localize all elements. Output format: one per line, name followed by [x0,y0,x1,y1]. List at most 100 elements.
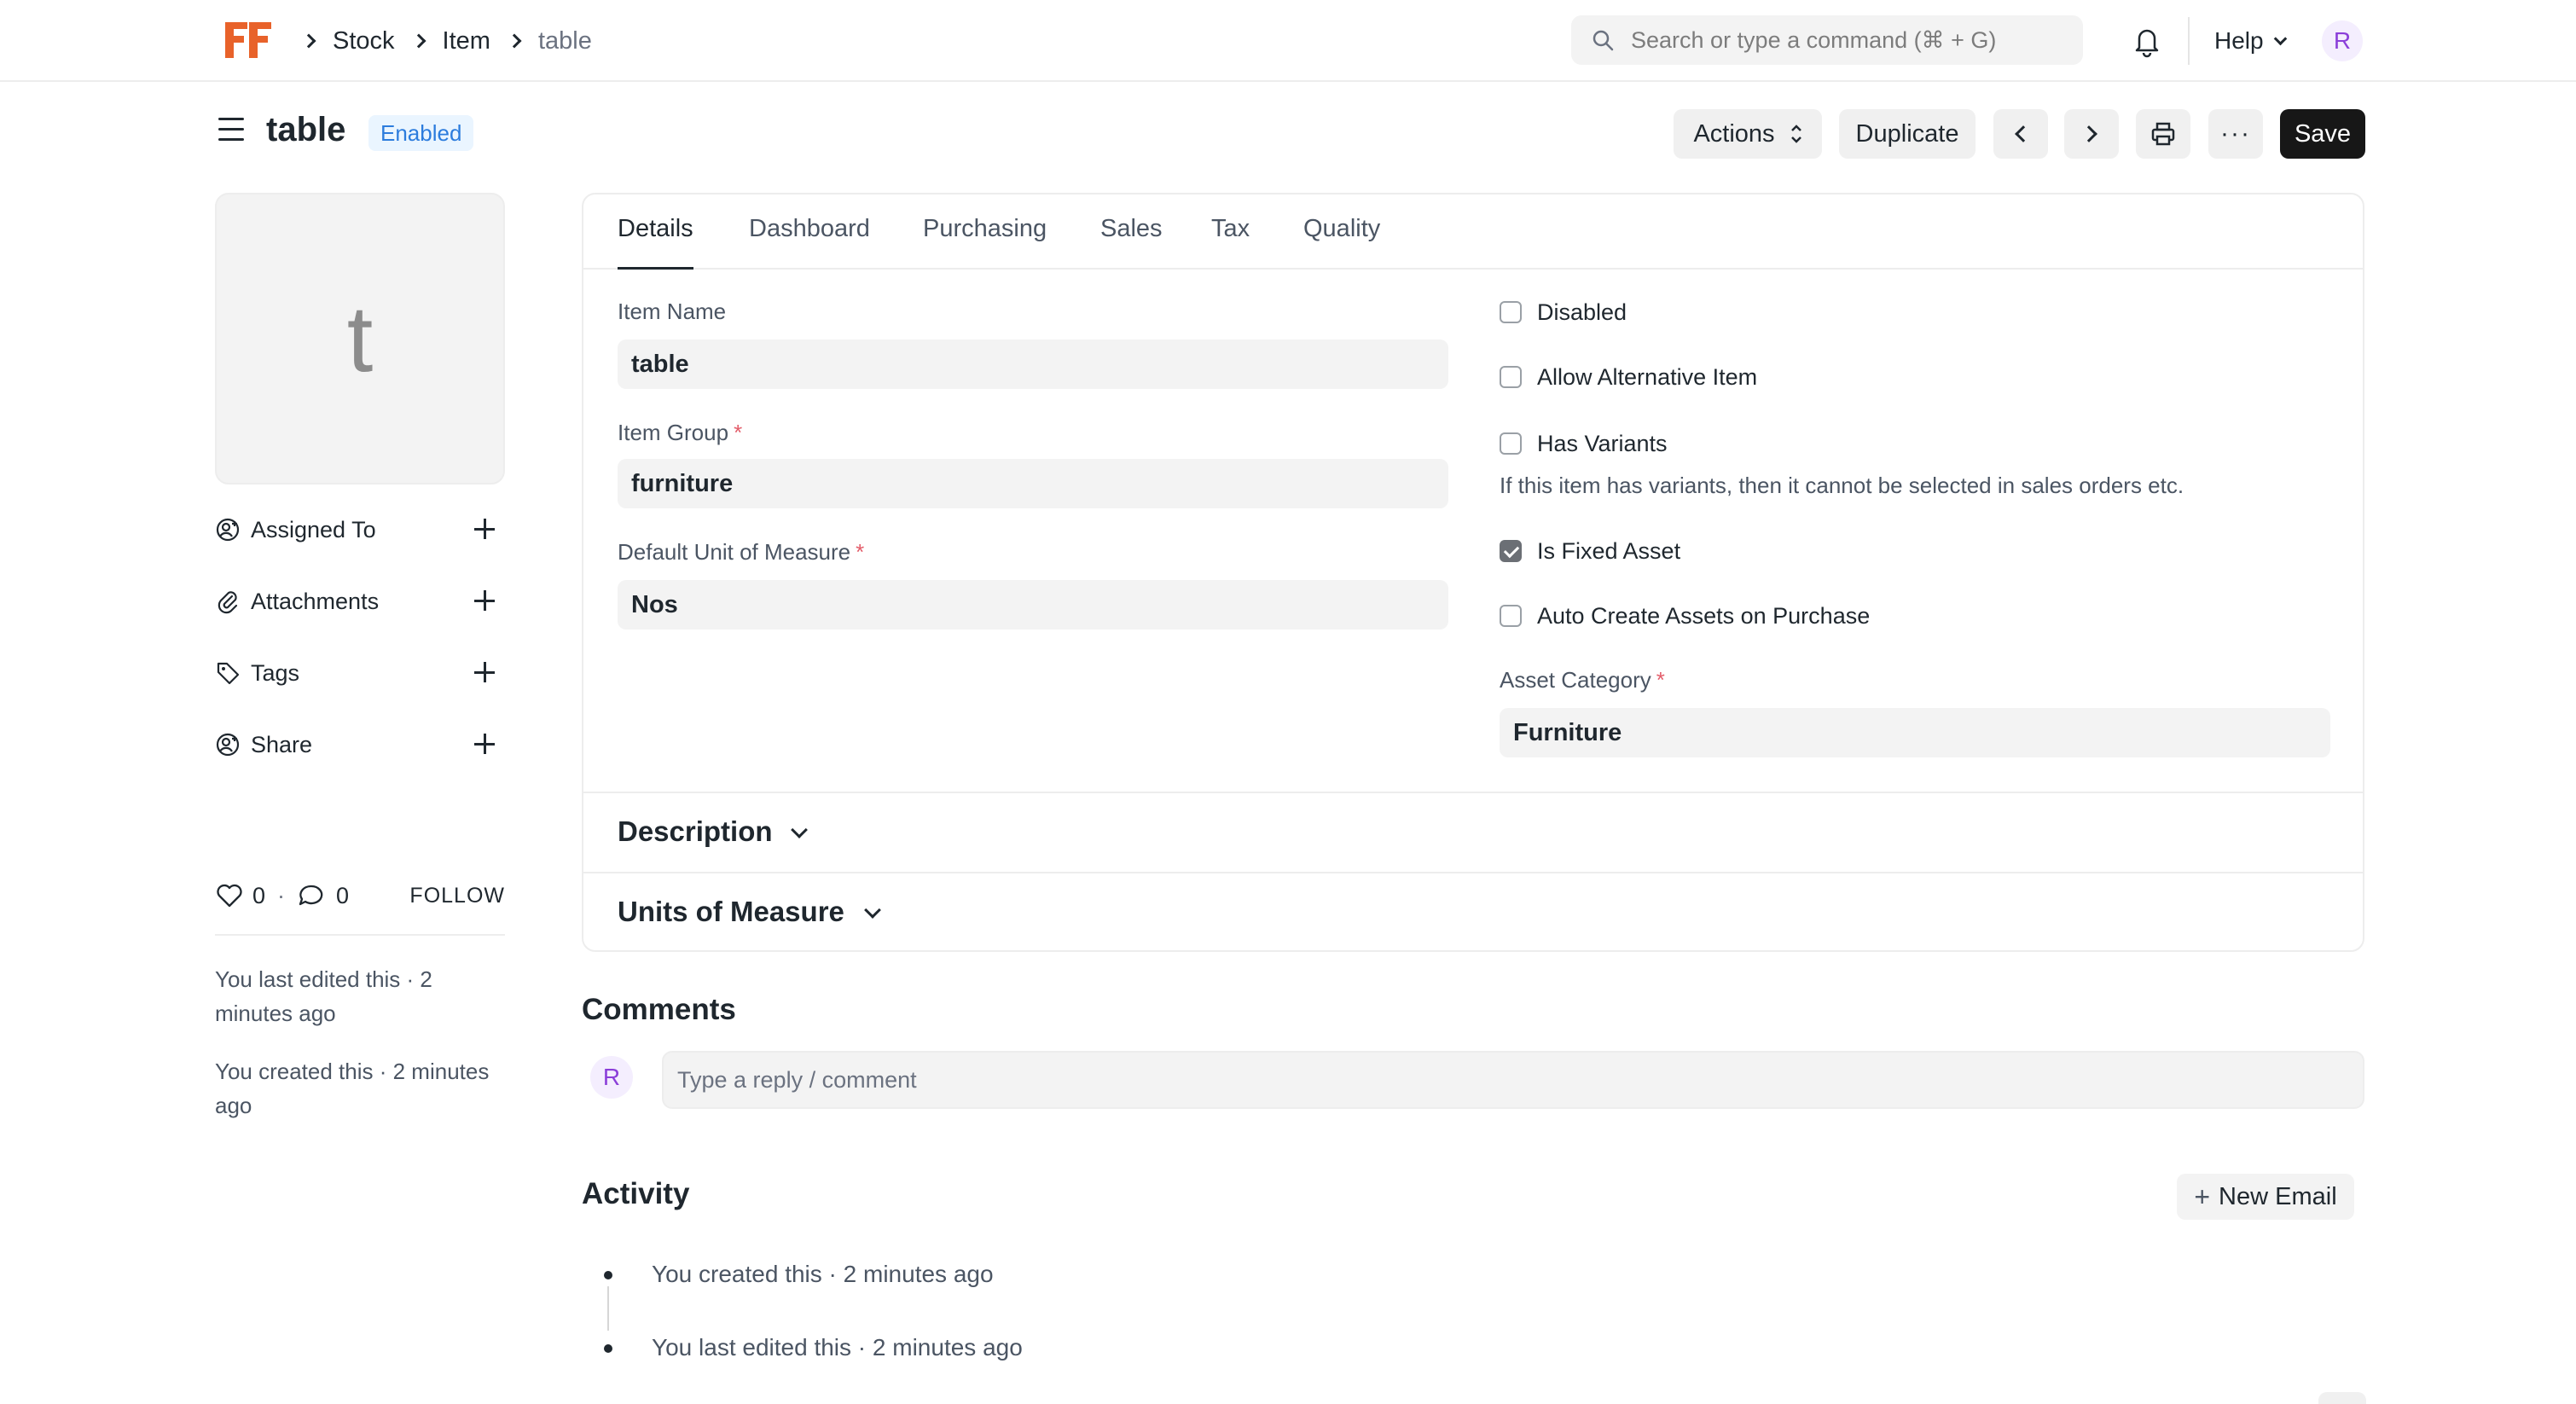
app-logo-icon[interactable] [222,19,273,61]
checkbox-label: Is Fixed Asset [1537,537,1681,564]
timeline-line [607,1286,609,1331]
breadcrumb-item[interactable]: Item [443,27,490,55]
comment-icon[interactable] [297,883,326,908]
actions-button[interactable]: Actions [1674,109,1822,159]
duplicate-button[interactable]: Duplicate [1839,109,1976,159]
last-edited-note: You last edited this · 2 minutes ago [215,966,432,1026]
chevron-down-icon [2273,32,2287,45]
uom-field[interactable]: Nos [618,580,1448,629]
item-name-label: Item Name [618,299,727,324]
chevron-right-icon [301,33,316,49]
uom-label: Default Unit of Measure * [618,539,865,565]
assign-icon [216,518,240,542]
item-group-field[interactable]: furniture [618,459,1448,508]
comment-count: 0 [336,882,350,908]
up-down-chevron-icon [1790,123,1802,145]
section-title: Description [618,815,773,847]
comments-heading: Comments [582,993,736,1026]
more-options-button[interactable]: ··· [2208,109,2263,159]
activity-item: You created this · 2 minutes ago [652,1261,994,1287]
search-placeholder: Search or type a command (⌘ + G) [1631,26,1997,53]
is-fixed-asset-checkbox[interactable]: Is Fixed Asset [1500,534,1680,568]
checkbox-box[interactable] [1500,432,1522,455]
section-description[interactable]: Description [583,792,2363,872]
chevron-right-icon [2080,125,2097,142]
print-button[interactable] [2136,109,2190,159]
notification-bell-icon[interactable] [2131,24,2163,58]
engagement-row: 0 · 0 FOLLOW [215,879,505,913]
plus-icon[interactable] [473,589,496,612]
chevron-right-icon [411,33,426,49]
heart-icon[interactable] [215,883,244,908]
sidebar-toggle-icon[interactable] [218,118,244,148]
sidebar-item-label: Tags [251,659,300,686]
sidebar-tags[interactable]: Tags [215,652,505,694]
search-icon [1593,30,1614,51]
user-avatar[interactable]: R [2322,20,2363,61]
paperclip-icon [218,591,238,614]
checkbox-box[interactable] [1500,366,1522,388]
checkbox-box[interactable] [1500,301,1522,323]
new-email-label: New Email [2219,1182,2337,1210]
tab-sales[interactable]: Sales [1100,215,1163,270]
section-title: Units of Measure [618,896,844,927]
activity-heading: Activity [582,1177,690,1210]
plus-icon[interactable] [473,517,496,541]
sidebar-item-label: Assigned To [251,516,376,542]
previous-record-button[interactable] [1993,109,2048,159]
sidebar-attachments[interactable]: Attachments [215,580,505,623]
tab-purchasing[interactable]: Purchasing [923,215,1047,270]
printer-icon [2151,122,2175,146]
breadcrumb: Stock Item table [299,0,592,82]
checkbox-box-checked[interactable] [1500,540,1522,562]
asset-category-field[interactable]: Furniture [1500,708,2330,757]
checkbox-label: Disabled [1537,299,1627,325]
scroll-to-top-button[interactable] [2318,1392,2366,1404]
tab-tax[interactable]: Tax [1211,215,1250,270]
help-label: Help [2214,27,2264,54]
help-menu[interactable]: Help [2214,0,2287,82]
breadcrumb-stock[interactable]: Stock [333,27,395,55]
sidebar-item-label: Attachments [251,588,380,614]
navbar: Stock Item table Search or type a comman… [0,0,2576,82]
chevron-right-icon [507,33,522,49]
tab-details[interactable]: Details [618,215,693,270]
activity-item: You last edited this · 2 minutes ago [652,1334,1023,1360]
checkbox-label: Auto Create Assets on Purchase [1537,602,1871,629]
item-name-field[interactable]: table [618,339,1448,389]
follow-button[interactable]: FOLLOW [409,884,505,908]
plus-icon: + [2194,1181,2211,1212]
actions-label: Actions [1693,119,1775,148]
checkbox-label: Allow Alternative Item [1537,363,1758,390]
tab-quality[interactable]: Quality [1303,215,1380,270]
created-note: You created this · 2 minutes ago [215,1059,490,1118]
share-icon [216,733,240,757]
section-units-of-measure[interactable]: Units of Measure [583,872,2363,952]
chevron-left-icon [2015,125,2032,142]
asset-category-label: Asset Category * [1500,667,1665,693]
save-button[interactable]: Save [2280,109,2365,159]
sidebar-divider [215,934,505,936]
comment-avatar: R [590,1056,633,1099]
plus-icon[interactable] [473,660,496,684]
checkbox-box[interactable] [1500,605,1522,627]
next-record-button[interactable] [2064,109,2119,159]
search-input[interactable]: Search or type a command (⌘ + G) [1571,15,2083,65]
checkbox-label: Has Variants [1537,430,1668,456]
allow-alternative-item-checkbox[interactable]: Allow Alternative Item [1500,360,1757,394]
chevron-down-icon [791,821,808,838]
tab-dashboard[interactable]: Dashboard [749,215,870,270]
sidebar-item-label: Share [251,731,313,757]
auto-create-assets-checkbox[interactable]: Auto Create Assets on Purchase [1500,599,1870,633]
has-variants-checkbox[interactable]: Has Variants [1500,426,1668,461]
plus-icon[interactable] [473,732,496,756]
disabled-checkbox[interactable]: Disabled [1500,295,1627,329]
navbar-divider [2188,17,2190,65]
new-email-button[interactable]: + New Email [2177,1174,2354,1220]
sidebar-share[interactable]: Share [215,723,505,766]
item-form-card: Details Dashboard Purchasing Sales Tax Q… [582,193,2364,952]
breadcrumb-current[interactable]: table [538,27,592,55]
item-image-placeholder[interactable]: t [215,193,505,484]
comment-input[interactable]: Type a reply / comment [662,1051,2364,1109]
sidebar-assigned-to[interactable]: Assigned To [215,508,505,551]
